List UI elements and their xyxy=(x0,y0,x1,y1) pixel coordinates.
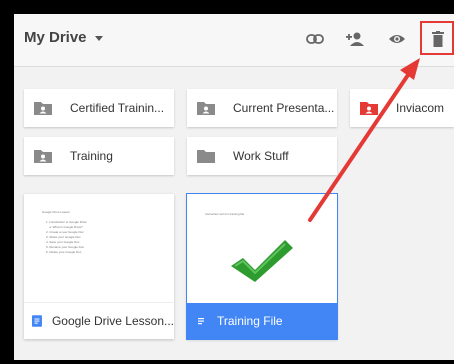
page-title: My Drive xyxy=(24,29,87,46)
preview-line: 6. Delete your Google Doc xyxy=(46,250,82,254)
checkmark-icon xyxy=(231,240,293,282)
folder-label: Training xyxy=(70,149,113,163)
file-preview: Google Drive Lesson 1. Introduction to G… xyxy=(24,194,174,304)
preview-title: Google Drive Lesson xyxy=(42,210,71,214)
google-docs-icon xyxy=(32,315,42,327)
shared-folder-icon xyxy=(34,150,52,163)
trash-icon[interactable] xyxy=(427,28,449,50)
file-training-file[interactable]: Instruction text for training file Train… xyxy=(186,193,338,340)
preview-title: Instruction text for training file xyxy=(205,212,245,216)
shared-folder-icon xyxy=(197,102,215,115)
folder-work-stuff[interactable]: Work Stuff xyxy=(187,137,337,175)
add-person-icon[interactable] xyxy=(344,28,366,50)
file-google-drive-lesson[interactable]: Google Drive Lesson 1. Introduction to G… xyxy=(24,194,174,339)
folder-label: Work Stuff xyxy=(233,149,289,163)
folder-label: Certified Trainin... xyxy=(70,101,165,115)
folder-icon xyxy=(197,150,215,163)
folder-training[interactable]: Training xyxy=(24,137,174,175)
file-label: Training File xyxy=(217,314,283,328)
shared-folder-icon xyxy=(360,102,378,115)
file-label: Google Drive Lesson... xyxy=(51,314,174,328)
chevron-down-icon xyxy=(94,36,103,41)
folder-label: Current Presenta... xyxy=(233,101,335,115)
file-footer: Google Drive Lesson... xyxy=(24,302,174,339)
header-bar: My Drive xyxy=(14,14,454,67)
google-docs-icon xyxy=(198,318,204,325)
folder-certified-training[interactable]: Certified Trainin... xyxy=(24,89,174,127)
file-preview: Instruction text for training file xyxy=(187,194,337,304)
my-drive-menu[interactable]: My Drive xyxy=(24,29,103,46)
folder-label: Inviacom xyxy=(396,101,445,115)
link-icon[interactable] xyxy=(304,28,326,50)
file-footer-selected: Training File xyxy=(187,303,337,339)
folder-inviacom[interactable]: Inviacom xyxy=(350,89,454,127)
folder-current-presentations[interactable]: Current Presenta... xyxy=(187,89,337,127)
shared-folder-icon xyxy=(34,102,52,115)
eye-icon[interactable] xyxy=(386,28,408,50)
drive-window: My Drive Certified Trainin... Current Pr… xyxy=(14,14,454,360)
